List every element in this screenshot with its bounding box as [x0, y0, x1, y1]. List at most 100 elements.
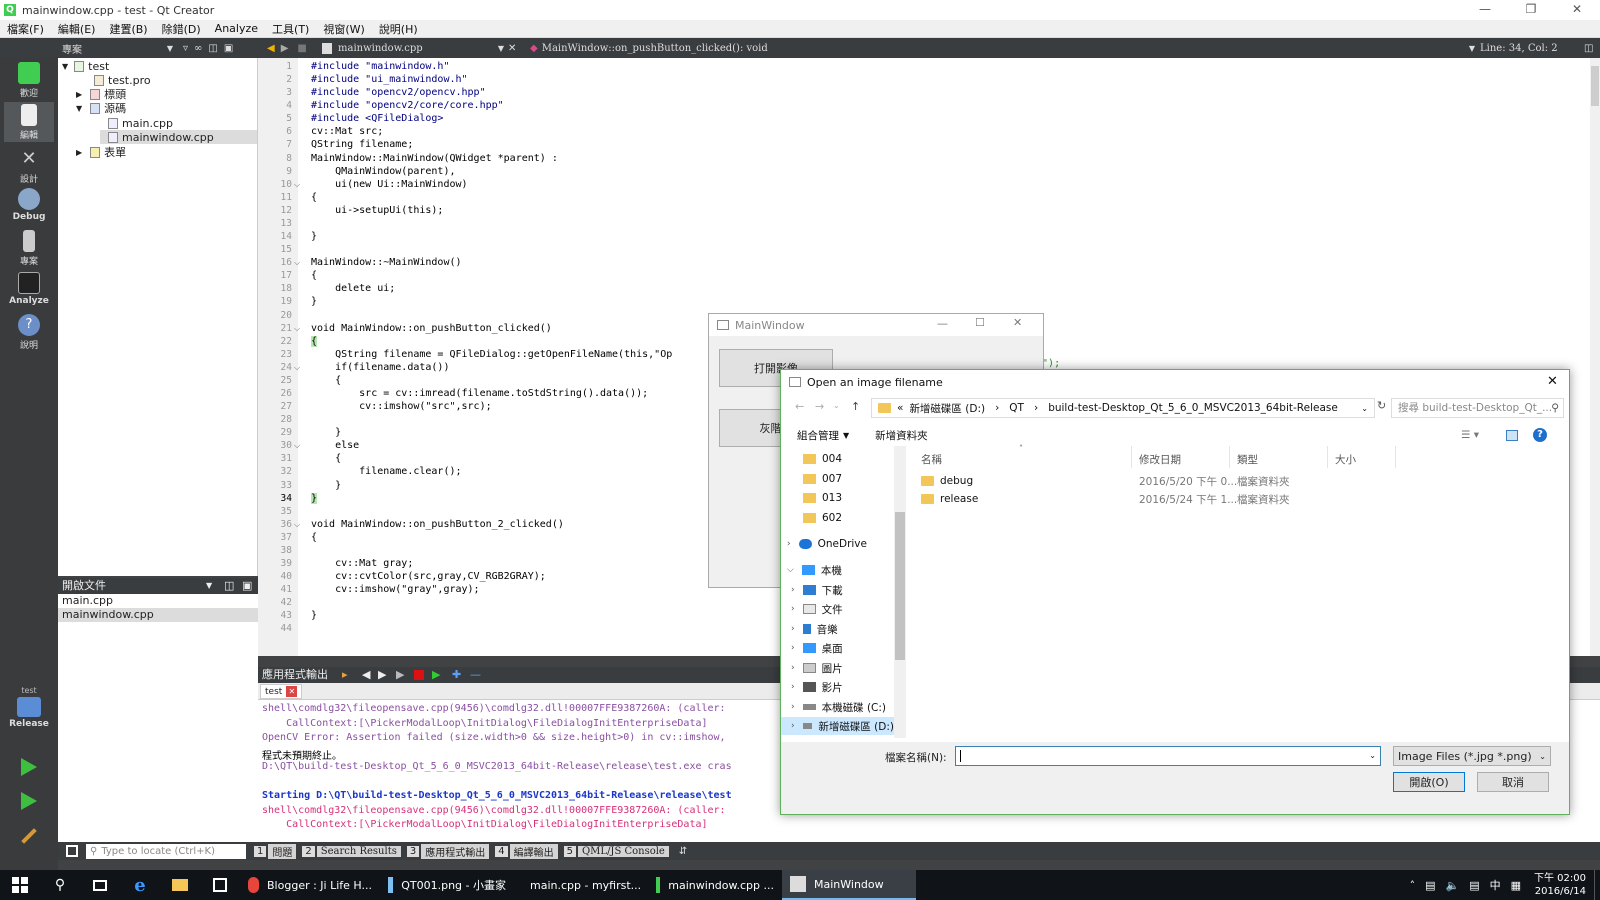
menu-help[interactable]: 說明(H): [372, 21, 425, 37]
chevron-down-icon[interactable]: ⌄: [1369, 747, 1376, 765]
sidebar-toggle-icon[interactable]: [66, 845, 78, 857]
nav-item[interactable]: › 桌面: [781, 639, 894, 657]
minimize-button[interactable]: —: [937, 317, 948, 330]
taskbar-app[interactable]: QT001.png - 小畫家: [380, 870, 514, 900]
taskbar-app[interactable]: MainWindow: [782, 870, 916, 900]
chevron-down-icon[interactable]: ▼: [206, 578, 212, 594]
ime-indicator[interactable]: 中: [1485, 870, 1506, 900]
maximize-button[interactable]: ❐: [1508, 0, 1554, 20]
breadcrumb-drive[interactable]: 新增磁碟區 (D:): [909, 401, 985, 416]
tree-item-sources[interactable]: ▼ 源碼: [76, 101, 126, 115]
file-combo[interactable]: mainwindow.cpp ▼: [322, 38, 504, 58]
mode-debug[interactable]: Debug: [4, 186, 54, 226]
output-tab-test[interactable]: test ✕: [260, 684, 303, 699]
filter-icon[interactable]: ▿: [183, 43, 188, 54]
preview-pane-icon[interactable]: [1506, 429, 1518, 441]
nav-item[interactable]: › 下載: [781, 581, 894, 599]
notification-icon[interactable]: ▤: [1464, 870, 1484, 900]
close-pane-icon[interactable]: ▣: [224, 43, 233, 54]
nav-item[interactable]: › 新增磁碟區 (D:): [781, 717, 894, 735]
split-icon[interactable]: ◫: [208, 43, 217, 54]
organize-button[interactable]: 組合管理: [797, 428, 839, 443]
nav-item[interactable]: › 文件: [781, 600, 894, 618]
fold-marker-icon[interactable]: ⌵: [294, 441, 300, 451]
nav-item[interactable]: › OneDrive: [781, 535, 894, 553]
maximize-button[interactable]: ☐: [975, 316, 985, 329]
split-icon[interactable]: ◫: [224, 578, 234, 594]
output-pane-button[interactable]: 2 Search Results: [302, 844, 401, 859]
chevron-right-icon[interactable]: ›: [787, 539, 791, 549]
taskbar-app[interactable]: Blogger : Ji Life H...: [240, 870, 380, 900]
nav-item[interactable]: 602: [781, 509, 894, 527]
network-icon[interactable]: ▤: [1420, 870, 1440, 900]
chevron-right-icon[interactable]: ›: [791, 643, 795, 653]
menu-file[interactable]: 檔案(F): [0, 21, 51, 37]
forward-icon[interactable]: →: [815, 400, 824, 413]
clock[interactable]: 下午 02:00 2016/6/14: [1526, 872, 1594, 898]
file-row-release[interactable]: release 2016/5/24 下午 1... 檔案資料夾: [921, 490, 1401, 508]
chevron-right-icon[interactable]: ›: [791, 604, 795, 614]
back-icon[interactable]: ◀: [267, 43, 275, 54]
chevron-down-icon[interactable]: ⌵: [787, 565, 794, 575]
show-desktop-button[interactable]: [1594, 870, 1600, 900]
tree-item-test-pro[interactable]: test.pro: [94, 73, 151, 87]
chevron-right-icon[interactable]: ›: [791, 663, 795, 673]
nav-item[interactable]: › 影片: [781, 678, 894, 696]
breadcrumb-build[interactable]: build-test-Desktop_Qt_5_6_0_MSVC2013_64b…: [1048, 402, 1338, 414]
chevron-right-icon[interactable]: ›: [791, 721, 795, 731]
output-pane-button[interactable]: 3 應用程式輸出: [406, 843, 490, 859]
column-name[interactable]: 名稱: [921, 452, 942, 467]
chevron-right-icon[interactable]: ›: [791, 702, 795, 712]
search-button[interactable]: ⚲: [40, 870, 80, 900]
chevron-right-icon[interactable]: ›: [791, 585, 795, 595]
filename-input[interactable]: ⌄: [955, 746, 1381, 766]
output-pane-button[interactable]: 1 問題: [254, 843, 297, 859]
scroll-thumb[interactable]: [1591, 66, 1599, 106]
menu-debug[interactable]: 除錯(D): [155, 21, 208, 37]
chevron-right-icon[interactable]: ›: [791, 682, 795, 692]
minimize-button[interactable]: —: [1462, 0, 1508, 20]
fold-marker-icon[interactable]: ⌵: [294, 363, 300, 373]
taskbar-app[interactable]: mainwindow.cpp ...: [648, 870, 782, 900]
close-button[interactable]: ✕: [1013, 316, 1022, 329]
view-options-icon[interactable]: ☰ ▾: [1461, 429, 1479, 441]
open-button[interactable]: 開啟(O): [1393, 772, 1465, 792]
locator-input[interactable]: ⚲ Type to locate (Ctrl+K): [86, 843, 246, 859]
menu-analyze[interactable]: Analyze: [208, 22, 265, 35]
tree-item-test[interactable]: ▼ test: [62, 59, 109, 73]
nav-item[interactable]: › 音樂: [781, 620, 894, 638]
tree-item-main-cpp[interactable]: main.cpp: [108, 116, 173, 130]
cancel-button[interactable]: 取消: [1477, 772, 1549, 792]
fold-marker-icon[interactable]: ⌵: [294, 324, 300, 334]
build-button[interactable]: [4, 822, 54, 852]
open-doc-item[interactable]: mainwindow.cpp: [58, 608, 258, 622]
mode-analyze[interactable]: Analyze: [4, 270, 54, 310]
nav-item[interactable]: 004: [781, 450, 894, 468]
cursor-position[interactable]: Line: 34, Col: 2: [1480, 38, 1558, 58]
menu-window[interactable]: 視窗(W): [316, 21, 371, 37]
keyboard-icon[interactable]: ▦: [1506, 870, 1526, 900]
explorer-button[interactable]: [160, 870, 200, 900]
nav-item[interactable]: › 本機磁碟 (C:): [781, 698, 894, 716]
back-icon[interactable]: ←: [795, 400, 804, 413]
tree-item-headers[interactable]: ▶ 標頭: [76, 87, 126, 101]
link-icon[interactable]: ∞: [194, 43, 202, 54]
mode-edit[interactable]: 編輯: [4, 102, 54, 142]
taskbar-app[interactable]: main.cpp - myfirst...: [514, 870, 648, 900]
help-icon[interactable]: ?: [1533, 428, 1547, 442]
breadcrumb-qt[interactable]: QT: [1009, 402, 1024, 414]
output-pane-button[interactable]: 5 QML/JS Console: [563, 844, 669, 859]
attach-icon[interactable]: ▸: [342, 667, 348, 683]
split-icon[interactable]: ◫: [1584, 38, 1593, 58]
menu-edit[interactable]: 編輯(E): [51, 21, 103, 37]
column-type[interactable]: 類型: [1237, 452, 1258, 467]
fold-marker-icon[interactable]: ⌵: [294, 180, 300, 190]
scroll-thumb[interactable]: [895, 512, 905, 660]
close-document-button[interactable]: ✕: [508, 38, 516, 58]
zoom-out-icon[interactable]: —: [470, 667, 481, 683]
nav-scrollbar[interactable]: [894, 446, 906, 738]
debug-run-button[interactable]: [4, 788, 54, 818]
mode-projects[interactable]: 專案: [4, 228, 54, 268]
column-size[interactable]: 大小: [1335, 452, 1356, 467]
chevron-right-icon[interactable]: ›: [791, 624, 795, 634]
